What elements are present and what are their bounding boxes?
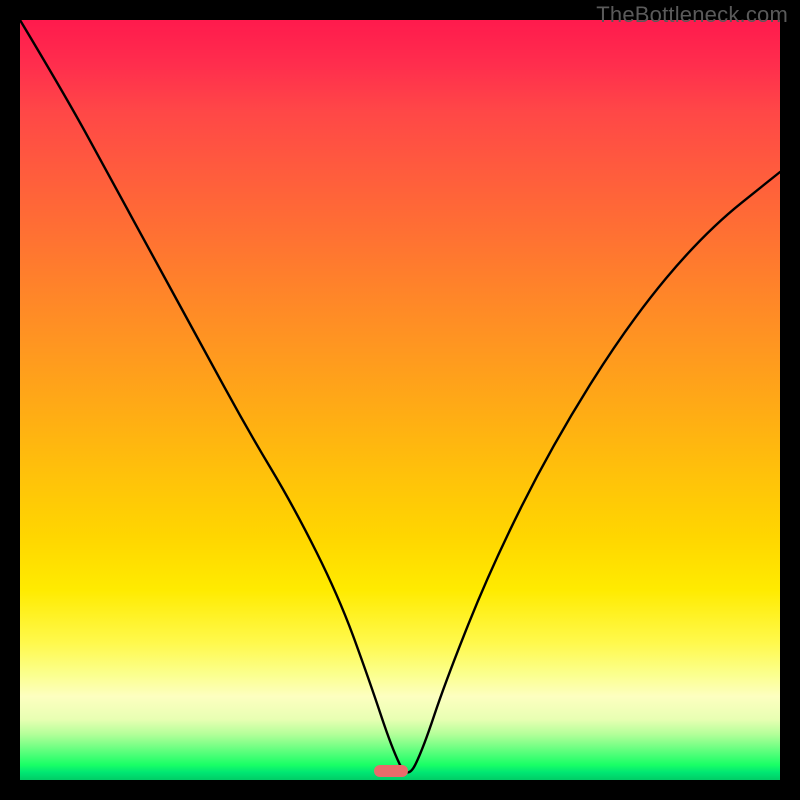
optimal-marker — [374, 765, 408, 777]
watermark-text: TheBottleneck.com — [596, 2, 788, 28]
plot-area — [20, 20, 780, 780]
curve-path — [20, 20, 780, 772]
chart-container: TheBottleneck.com — [0, 0, 800, 800]
bottleneck-curve — [20, 20, 780, 780]
